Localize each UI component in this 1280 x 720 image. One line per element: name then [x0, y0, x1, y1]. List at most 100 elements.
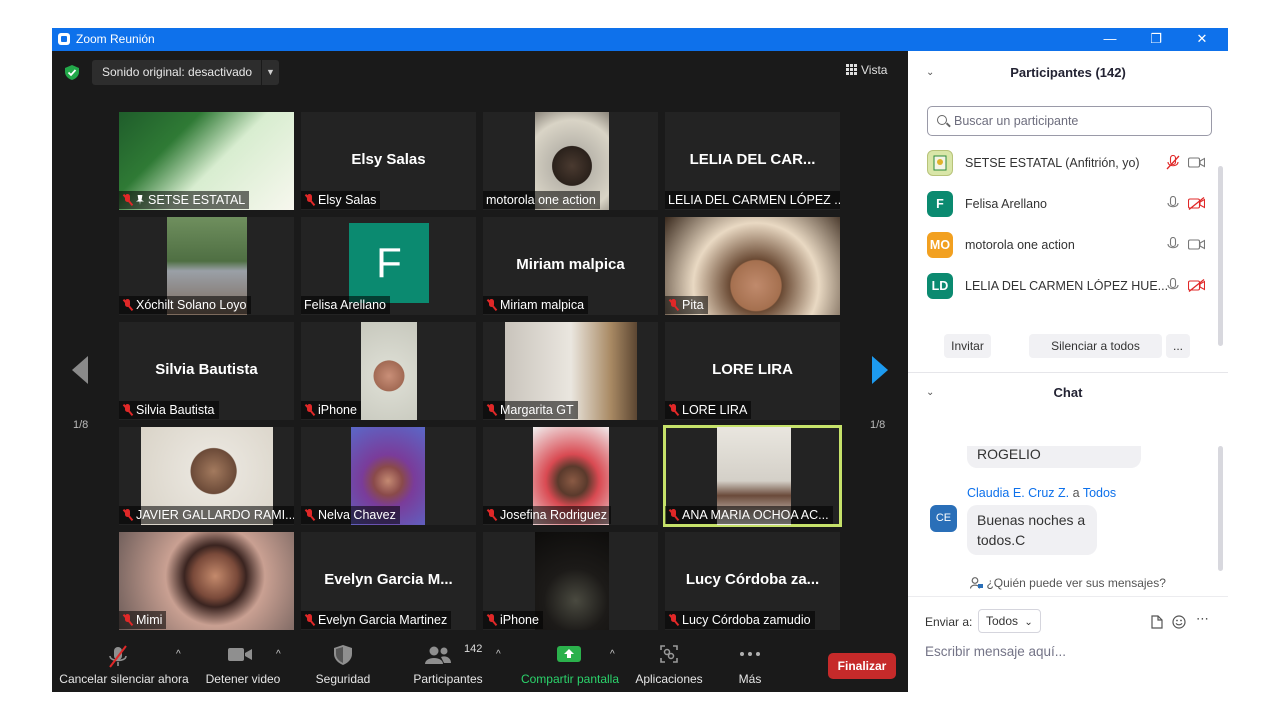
tile-nameplate: motorola one action [483, 191, 600, 209]
tile-nameplate: Xóchilt Solano Loyo [119, 296, 251, 314]
microphone-muted-icon[interactable] [1166, 155, 1180, 170]
microphone-icon[interactable] [1166, 237, 1180, 252]
tile-name-label: Xóchilt Solano Loyo [136, 298, 247, 312]
apps-icon [660, 645, 678, 663]
video-tile[interactable]: iPhone [483, 532, 658, 630]
video-tile[interactable]: ANA MARIA OCHOA AC... [663, 425, 842, 527]
chat-more-icon[interactable]: ⋯ [1196, 611, 1209, 627]
video-tile[interactable]: SETSE ESTATAL [119, 112, 294, 210]
mute-all-button[interactable]: Silenciar a todos [1029, 334, 1162, 358]
chat-recipient[interactable]: Todos [1083, 486, 1116, 500]
tile-name-label: iPhone [318, 403, 357, 417]
video-tile[interactable]: Pita [665, 217, 840, 315]
audio-options-caret-icon[interactable]: ^ [176, 649, 181, 660]
participants-button[interactable]: 142 ^ Participantes [408, 632, 500, 692]
view-button[interactable]: Vista [846, 63, 887, 77]
unmute-label: Cancelar silenciar ahora [59, 672, 189, 686]
restore-icon[interactable]: ❐ [1133, 28, 1179, 51]
participants-title: Participantes (142) [1010, 65, 1126, 80]
next-page-arrow-icon[interactable] [872, 356, 888, 384]
share-screen-button[interactable]: ^ Compartir pantalla [518, 632, 622, 692]
camera-off-icon[interactable] [1188, 197, 1205, 210]
tile-name-label: ANA MARIA OCHOA AC... [682, 508, 829, 522]
video-tile[interactable]: Elsy Salas Elsy Salas [301, 112, 476, 210]
participant-search-input[interactable] [954, 111, 1204, 131]
stop-video-button[interactable]: ^ Detener video [202, 632, 284, 692]
camera-off-icon[interactable] [1188, 279, 1205, 292]
collapse-chevron-icon[interactable]: ⌄ [926, 53, 934, 93]
chat-sender-line: Claudia E. Cruz Z. a Todos [967, 486, 1116, 500]
apps-button[interactable]: Aplicaciones [632, 632, 706, 692]
tile-nameplate: JAVIER GALLARDO RAMI... [119, 506, 294, 524]
minimize-icon[interactable]: — [1087, 28, 1133, 51]
microphone-icon[interactable] [1166, 278, 1180, 293]
muted-mic-icon [486, 404, 497, 416]
participant-row[interactable]: F Felisa Arellano [908, 184, 1218, 225]
participant-row[interactable]: MO motorola one action [908, 225, 1218, 266]
close-icon[interactable]: ✕ [1179, 28, 1225, 51]
chat-header[interactable]: ⌄ Chat [908, 373, 1228, 413]
video-tile[interactable]: F Felisa Arellano [301, 217, 476, 315]
participants-scrollbar[interactable] [1218, 166, 1223, 346]
window-title: Zoom Reunión [76, 32, 155, 46]
original-sound-button[interactable]: Sonido original: desactivado ▼ [92, 60, 279, 85]
security-button[interactable]: Seguridad [310, 632, 376, 692]
video-tile[interactable]: LORE LIRA LORE LIRA [665, 322, 840, 420]
video-tile[interactable]: Silvia Bautista Silvia Bautista [119, 322, 294, 420]
video-tile[interactable]: Josefina Rodriguez [483, 427, 658, 525]
collapse-chevron-icon[interactable]: ⌄ [926, 373, 934, 413]
video-tile[interactable]: Nelva Chavez [301, 427, 476, 525]
video-tile[interactable]: LELIA DEL CAR... LELIA DEL CARMEN LÓPEZ .… [665, 112, 840, 210]
participant-search[interactable] [927, 106, 1212, 136]
chat-to-word: a [1072, 486, 1080, 500]
tile-nameplate: Lucy Córdoba zamudio [665, 611, 815, 629]
participants-options-caret-icon[interactable]: ^ [496, 649, 501, 660]
participant-name: LELIA DEL CARMEN LÓPEZ HUE... [965, 279, 1169, 293]
send-to-select[interactable]: Todos ⌄ [978, 609, 1041, 633]
tile-nameplate: Mimi [119, 611, 167, 629]
video-tile[interactable]: Xóchilt Solano Loyo [119, 217, 294, 315]
zoom-app-icon [58, 33, 70, 45]
tile-name-label: Pita [682, 298, 704, 312]
video-tile[interactable]: Evelyn Garcia M... Evelyn Garcia Martinez [301, 532, 476, 630]
participants-header[interactable]: ⌄ Participantes (142) [908, 53, 1228, 93]
tile-name-label: Miriam malpica [500, 298, 585, 312]
camera-icon[interactable] [1188, 238, 1205, 251]
chat-scrollbar[interactable] [1218, 446, 1223, 571]
video-tile[interactable]: Margarita GT [483, 322, 658, 420]
view-label: Vista [861, 63, 888, 77]
invite-button[interactable]: Invitar [944, 334, 991, 358]
chat-sender-name[interactable]: Claudia E. Cruz Z. [967, 486, 1069, 500]
participant-row[interactable]: SETSE ESTATAL (Anfitrión, yo) [908, 143, 1218, 184]
tile-name-label: iPhone [500, 613, 539, 627]
encryption-shield-icon[interactable] [65, 65, 79, 80]
video-tile[interactable]: iPhone [301, 322, 476, 420]
file-icon[interactable] [1151, 615, 1163, 629]
tile-nameplate: Silvia Bautista [119, 401, 219, 419]
camera-icon[interactable] [1188, 156, 1205, 169]
video-tile[interactable]: JAVIER GALLARDO RAMI... [119, 427, 294, 525]
unmute-button[interactable]: ^ Cancelar silenciar ahora [58, 632, 190, 692]
muted-mic-icon [304, 509, 315, 521]
video-tile[interactable]: Mimi [119, 532, 294, 630]
end-meeting-button[interactable]: Finalizar [828, 653, 896, 679]
previous-page-arrow-icon[interactable] [72, 356, 88, 384]
participant-row[interactable]: LD LELIA DEL CARMEN LÓPEZ HUE... [908, 266, 1218, 307]
video-tile[interactable]: motorola one action [483, 112, 658, 210]
chevron-down-icon[interactable]: ▼ [261, 60, 279, 85]
chat-message-input[interactable] [925, 641, 1215, 661]
share-options-caret-icon[interactable]: ^ [610, 649, 615, 660]
video-options-caret-icon[interactable]: ^ [276, 649, 281, 660]
muted-mic-icon [486, 509, 497, 521]
video-tile[interactable]: Lucy Córdoba za... Lucy Córdoba zamudio [665, 532, 840, 630]
more-button[interactable]: Más [728, 632, 772, 692]
microphone-icon[interactable] [1166, 196, 1180, 211]
chat-divider [908, 596, 1228, 597]
muted-mic-icon [668, 299, 679, 311]
tile-nameplate: Felisa Arellano [301, 296, 390, 314]
participants-more-button[interactable]: ... [1166, 334, 1190, 358]
who-can-see-link[interactable]: ¿Quién puede ver sus mensajes? [908, 576, 1228, 590]
video-tile[interactable]: Miriam malpica Miriam malpica [483, 217, 658, 315]
chat-sender-avatar: CE [930, 505, 957, 532]
emoji-icon[interactable] [1172, 615, 1186, 629]
